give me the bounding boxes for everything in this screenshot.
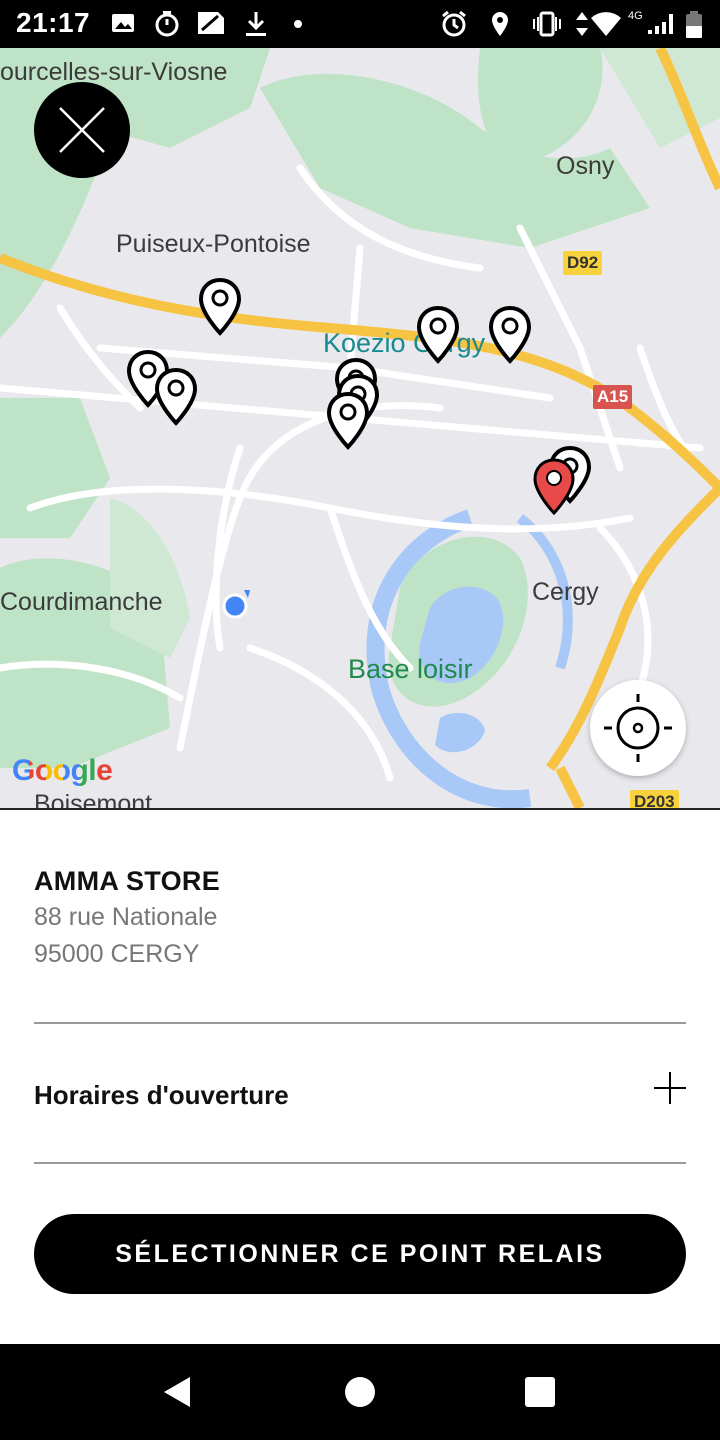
relay-pin[interactable]	[154, 368, 198, 426]
recents-icon[interactable]	[524, 1376, 556, 1408]
place-label: Courdimanche	[0, 588, 163, 616]
dot-icon	[294, 20, 302, 28]
relay-pin[interactable]	[416, 306, 460, 364]
place-label: Cergy	[532, 578, 599, 606]
wifi-icon	[591, 12, 621, 37]
close-button[interactable]	[34, 82, 130, 178]
sim-icon	[198, 12, 224, 34]
relay-pin[interactable]	[198, 278, 242, 336]
image-icon	[112, 14, 134, 32]
crosshair-icon	[604, 694, 672, 762]
timer-icon	[155, 11, 179, 37]
store-address-line1: 88 rue Nationale	[34, 903, 218, 931]
road-shield: A15	[593, 385, 633, 409]
store-name: AMMA STORE	[34, 866, 221, 896]
home-icon[interactable]	[342, 1374, 378, 1410]
divider	[34, 1162, 686, 1164]
map-divider	[0, 808, 720, 810]
status-time: 21:17	[16, 7, 91, 38]
download-icon	[246, 12, 266, 36]
location-icon	[492, 12, 508, 36]
plus-icon[interactable]	[654, 1072, 686, 1104]
navigation-bar	[0, 1344, 720, 1440]
relay-pin[interactable]	[488, 306, 532, 364]
google-logo-text: Google	[12, 754, 113, 787]
store-address-line2: 95000 CERGY	[34, 940, 200, 968]
google-attribution: Google	[12, 754, 113, 788]
road-shield: D92	[563, 251, 603, 275]
map-view[interactable]: ourcelles-sur-Viosne Osny Puiseux-Pontoi…	[0, 48, 720, 808]
vibrate-icon	[533, 11, 561, 37]
status-bar: 21:17 4G	[0, 0, 720, 48]
select-relay-point-button[interactable]: SÉLECTIONNER CE POINT RELAIS	[34, 1214, 686, 1294]
back-icon[interactable]	[160, 1374, 196, 1410]
place-label: Osny	[556, 152, 615, 180]
selected-relay-pin[interactable]	[532, 458, 576, 516]
signal-icon	[648, 14, 673, 34]
divider	[34, 1022, 686, 1024]
place-label: Puiseux-Pontoise	[116, 230, 311, 258]
user-location-dot	[222, 590, 250, 619]
road-shield: D203	[630, 790, 679, 808]
place-label: Boisemont	[34, 790, 153, 808]
poi-label: Koezio Cergy	[323, 328, 486, 358]
network-type: 4G	[628, 10, 643, 22]
opening-hours-toggle[interactable]: Horaires d'ouverture	[34, 1080, 289, 1111]
my-location-button[interactable]	[590, 680, 686, 776]
close-icon	[59, 107, 105, 153]
alarm-icon	[442, 10, 466, 37]
data-arrows-icon	[576, 12, 588, 36]
battery-icon	[686, 11, 702, 38]
relay-pin[interactable]	[326, 392, 370, 450]
park-label: Base loisir	[348, 654, 473, 684]
